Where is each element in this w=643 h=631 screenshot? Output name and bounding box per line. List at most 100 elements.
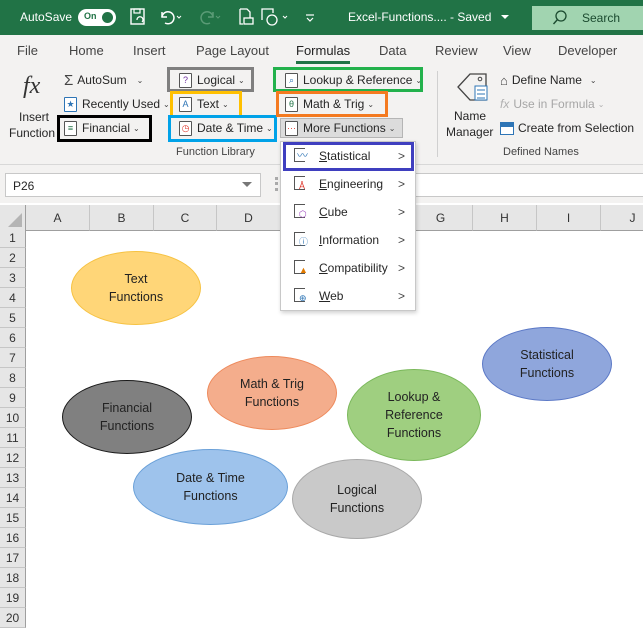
row-header[interactable]: 20 [0, 608, 26, 628]
name-box-dropdown-icon[interactable] [242, 182, 252, 187]
date-time-functions-shape[interactable]: Date & Time Functions [133, 449, 288, 525]
formula-input[interactable] [416, 173, 643, 197]
autosave-toggle[interactable]: On [78, 9, 116, 26]
more-functions-button[interactable]: ··· More Functions ⌄ [280, 118, 403, 138]
date-time-highlight [168, 115, 277, 142]
column-header[interactable]: H [473, 205, 537, 231]
define-name-button[interactable]: ⌂ Define Name ⌄ [500, 70, 597, 90]
row-header[interactable]: 12 [0, 448, 26, 468]
tab-file[interactable]: File [17, 43, 38, 58]
chevron-right-icon: > [397, 261, 405, 275]
more-functions-menu: 〰 Statistical > Å Engineering > ⬡ Cube >… [280, 141, 416, 311]
document-title: Excel-Functions.... - Saved [348, 10, 492, 24]
name-manager-button[interactable]: Name Manager [444, 69, 496, 144]
star-book-icon: ★ [64, 96, 77, 112]
insert-function-button[interactable]: fx Insert Function [6, 71, 58, 141]
name-box-value: P26 [13, 179, 35, 193]
row-header[interactable]: 19 [0, 588, 26, 608]
print-preview-icon[interactable] [238, 8, 254, 28]
tab-page-layout[interactable]: Page Layout [196, 43, 269, 58]
menu-item-label: Web [319, 289, 343, 303]
math-trig-functions-shape[interactable]: Math & Trig Functions [207, 356, 337, 430]
tab-review[interactable]: Review [435, 43, 478, 58]
label-rest: eb [330, 289, 344, 303]
name-tag-icon [456, 71, 492, 106]
info-glyph: ⓘ [299, 237, 309, 247]
tab-data[interactable]: Data [379, 43, 406, 58]
row-header[interactable]: 1 [0, 228, 26, 248]
row-header[interactable]: 18 [0, 568, 26, 588]
save-icon[interactable] [130, 8, 146, 28]
row-header[interactable]: 16 [0, 528, 26, 548]
menu-item-cube[interactable]: ⬡ Cube > [281, 198, 415, 226]
redo-icon [197, 8, 223, 28]
column-header[interactable]: G [409, 205, 473, 231]
column-header[interactable]: I [537, 205, 601, 231]
search-box[interactable]: Search [532, 6, 643, 30]
tab-formulas[interactable]: Formulas [296, 43, 351, 64]
ribbon-tabs: File Home Insert Page Layout Formulas Da… [0, 35, 643, 65]
financial-functions-shape[interactable]: Financial Functions [62, 380, 192, 454]
shapes-icon[interactable] [261, 8, 291, 28]
column-header[interactable]: B [90, 205, 154, 231]
row-header[interactable]: 9 [0, 388, 26, 408]
compass-glyph: Å [299, 181, 306, 191]
title-bar: AutoSave On Excel-Functions.... - Saved … [0, 0, 643, 35]
tab-developer[interactable]: Developer [558, 43, 617, 58]
text-highlight [170, 91, 242, 118]
row-header[interactable]: 8 [0, 368, 26, 388]
row-header[interactable]: 13 [0, 468, 26, 488]
row-header[interactable]: 15 [0, 508, 26, 528]
chevron-down-icon: ⌄ [136, 75, 144, 85]
column-header[interactable]: D [217, 205, 281, 231]
row-header[interactable]: 14 [0, 488, 26, 508]
create-from-selection-button[interactable]: Create from Selection [500, 118, 634, 138]
title-dropdown-icon[interactable] [501, 15, 509, 19]
logical-functions-shape[interactable]: Logical Functions [292, 459, 422, 539]
insert-function-label-2: Function [9, 126, 56, 140]
menu-item-engineering[interactable]: Å Engineering > [281, 170, 415, 198]
column-header[interactable]: A [26, 205, 90, 231]
define-name-label: Define Name [511, 73, 582, 87]
math-trig-highlight [276, 91, 388, 117]
row-header[interactable]: 6 [0, 328, 26, 348]
name-box[interactable]: P26 [5, 173, 261, 197]
row-header[interactable]: 2 [0, 248, 26, 268]
row-header[interactable]: 3 [0, 268, 26, 288]
formula-bar-splitter[interactable] [275, 177, 278, 191]
column-header[interactable]: J [601, 205, 643, 231]
sigma-icon: Σ [64, 71, 74, 89]
row-header[interactable]: 11 [0, 428, 26, 448]
text-functions-shape[interactable]: Text Functions [71, 251, 201, 325]
menu-item-web[interactable]: ⊕ Web > [281, 282, 415, 310]
accelerator: C [319, 261, 328, 275]
lookup-reference-functions-shape[interactable]: Lookup & Reference Functions [347, 369, 481, 461]
more-functions-label: More Functions [303, 121, 386, 135]
autosave-state: On [84, 11, 97, 21]
autosum-button[interactable]: Σ AutoSum ⌄ [64, 70, 143, 90]
use-in-formula-button: fx Use in Formula ⌄ [500, 94, 604, 114]
tab-view[interactable]: View [503, 43, 531, 58]
menu-item-compatibility[interactable]: ▲ Compatibility > [281, 254, 415, 282]
row-header[interactable]: 5 [0, 308, 26, 328]
undo-icon[interactable] [158, 8, 184, 28]
customize-qat-icon[interactable] [304, 8, 316, 28]
tab-insert[interactable]: Insert [133, 43, 166, 58]
row-header[interactable]: 7 [0, 348, 26, 368]
accelerator: E [319, 177, 328, 191]
row-header[interactable]: 17 [0, 548, 26, 568]
fx-icon: fx [23, 73, 41, 99]
insert-function-label-1: Insert [19, 110, 50, 124]
column-header[interactable]: C [154, 205, 217, 231]
label-rest: ompatibility [327, 261, 388, 275]
cube-glyph: ⬡ [299, 209, 307, 219]
menu-item-label: Information [319, 233, 379, 247]
toggle-knob [102, 12, 113, 23]
tab-home[interactable]: Home [69, 43, 104, 58]
menu-item-information[interactable]: ⓘ Information > [281, 226, 415, 254]
recently-used-button[interactable]: ★ Recently Used ⌄ [64, 94, 170, 114]
statistical-functions-shape[interactable]: Statistical Functions [482, 327, 612, 401]
row-header[interactable]: 4 [0, 288, 26, 308]
row-header[interactable]: 10 [0, 408, 26, 428]
warning-glyph: ▲ [299, 265, 308, 275]
